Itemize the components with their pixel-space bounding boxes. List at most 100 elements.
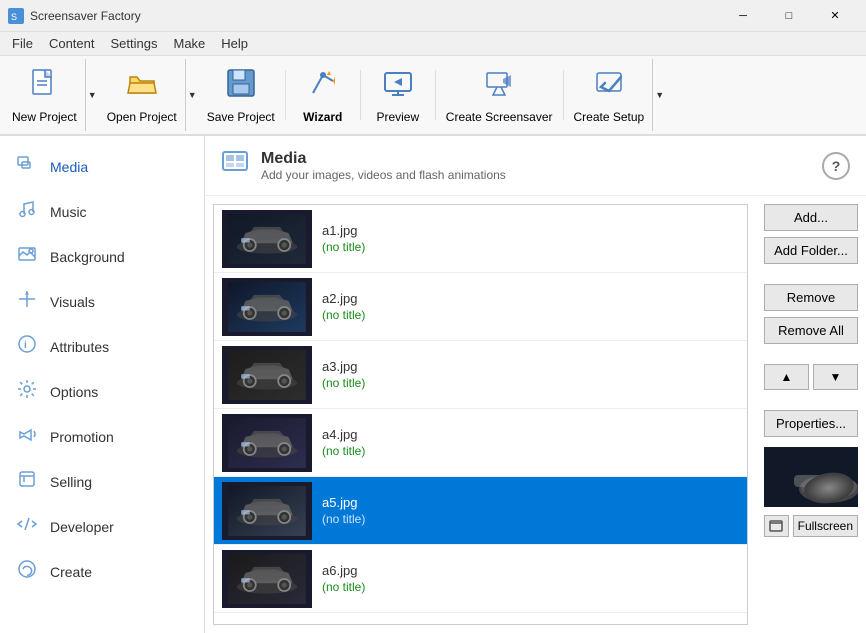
sidebar-item-developer[interactable]: Developer — [0, 504, 204, 549]
titlebar: S Screensaver Factory ─ □ ✕ — [0, 0, 866, 32]
properties-button[interactable]: Properties... — [764, 410, 858, 437]
media-subtitle-a4: (no title) — [322, 444, 739, 458]
sidebar-item-media[interactable]: Media — [0, 144, 204, 189]
help-button[interactable]: ? — [822, 152, 850, 180]
menu-item-file[interactable]: File — [4, 33, 41, 54]
media-list-container: a1.jpg(no title) a2.jpg(no title) a3.jpg… — [213, 204, 748, 625]
window-controls: ─ □ ✕ — [720, 0, 858, 32]
menubar: FileContentSettingsMakeHelp — [0, 32, 866, 56]
thumbnail-a6 — [222, 550, 312, 608]
sidebar-label-promotion: Promotion — [50, 429, 114, 445]
toolbar-separator-2 — [285, 70, 286, 120]
wizard-label: Wizard — [303, 110, 342, 124]
sidebar-item-create[interactable]: Create — [0, 549, 204, 594]
media-list[interactable]: a1.jpg(no title) a2.jpg(no title) a3.jpg… — [214, 205, 747, 624]
options-icon — [16, 379, 38, 404]
sidebar-item-music[interactable]: Music — [0, 189, 204, 234]
media-filename-a5: a5.jpg — [322, 495, 739, 510]
remove-button[interactable]: Remove — [764, 284, 858, 311]
open-project-toolbar-button[interactable]: Open Project — [99, 59, 185, 131]
open-project-label: Open Project — [107, 110, 177, 124]
media-item-a2[interactable]: a2.jpg(no title) — [214, 273, 747, 341]
remove-all-button[interactable]: Remove All — [764, 317, 858, 344]
create-screensaver-icon — [483, 67, 515, 106]
preview-icon — [382, 67, 414, 106]
thumbnail-a3 — [222, 346, 312, 404]
sidebar: Media Music BackgroundVisuals i Attributes Op… — [0, 136, 205, 633]
svg-text:S: S — [11, 12, 17, 22]
window-title: Screensaver Factory — [30, 9, 720, 23]
media-filename-a4: a4.jpg — [322, 427, 739, 442]
sidebar-item-options[interactable]: Options — [0, 369, 204, 414]
media-item-a4[interactable]: a4.jpg (no title) — [214, 409, 747, 477]
media-item-a5[interactable]: a5.jpg(no title) — [214, 477, 747, 545]
menu-item-content[interactable]: Content — [41, 33, 103, 54]
attributes-icon: i — [16, 334, 38, 359]
thumbnail-a5 — [222, 482, 312, 540]
create-screensaver-toolbar-button[interactable]: Create Screensaver — [438, 59, 561, 131]
promotion-icon — [16, 424, 38, 449]
wizard-toolbar-button[interactable]: Wizard — [288, 59, 358, 131]
sidebar-label-options: Options — [50, 384, 98, 400]
add-folder-button[interactable]: Add Folder... — [764, 237, 858, 264]
toolbar-separator-4 — [435, 70, 436, 120]
open-project-icon — [126, 67, 158, 106]
preview-label: Preview — [376, 110, 419, 124]
spacer2 — [764, 350, 858, 358]
sidebar-label-create: Create — [50, 564, 92, 580]
maximize-button[interactable]: □ — [766, 0, 812, 32]
save-project-icon — [225, 67, 257, 106]
new-project-toolbar-button[interactable]: New Project — [4, 59, 85, 131]
content-body: a1.jpg(no title) a2.jpg(no title) a3.jpg… — [205, 196, 866, 633]
background-icon — [16, 244, 38, 269]
minimize-button[interactable]: ─ — [720, 0, 766, 32]
fullscreen-icon-button[interactable] — [764, 515, 789, 537]
menu-item-help[interactable]: Help — [213, 33, 256, 54]
move-up-button[interactable]: ▲ — [764, 364, 809, 390]
create-setup-dropdown-arrow[interactable]: ▼ — [652, 59, 666, 131]
media-icon — [16, 154, 38, 179]
media-item-a1[interactable]: a1.jpg(no title) — [214, 205, 747, 273]
sidebar-item-promotion[interactable]: Promotion — [0, 414, 204, 459]
sidebar-item-background[interactable]: Background — [0, 234, 204, 279]
sidebar-label-developer: Developer — [50, 519, 114, 535]
media-subtitle-a1: (no title) — [322, 240, 739, 254]
fullscreen-button[interactable]: Fullscreen — [793, 515, 858, 537]
content-icon — [221, 148, 249, 183]
media-filename-a3: a3.jpg — [322, 359, 739, 374]
create-setup-toolbar-button[interactable]: Create Setup — [566, 59, 653, 131]
preview-toolbar-button[interactable]: Preview — [363, 59, 433, 131]
menu-item-settings[interactable]: Settings — [103, 33, 166, 54]
create-setup-label: Create Setup — [574, 110, 645, 124]
media-info-a6: a6.jpg(no title) — [322, 563, 739, 594]
close-button[interactable]: ✕ — [812, 0, 858, 32]
selling-icon — [16, 469, 38, 494]
content-header: Media Add your images, videos and flash … — [205, 136, 866, 196]
content-title: Media — [261, 150, 506, 168]
thumbnail-a4 — [222, 414, 312, 472]
open-project-dropdown-arrow[interactable]: ▼ — [185, 59, 199, 131]
developer-icon — [16, 514, 38, 539]
thumbnail-a2 — [222, 278, 312, 336]
main-area: Media Music BackgroundVisuals i Attributes Op… — [0, 136, 866, 633]
media-subtitle-a2: (no title) — [322, 308, 739, 322]
new-project-label: New Project — [12, 110, 77, 124]
sidebar-label-music: Music — [50, 204, 87, 220]
media-item-a6[interactable]: a6.jpg(no title) — [214, 545, 747, 613]
move-down-button[interactable]: ▼ — [813, 364, 858, 390]
content-subtitle: Add your images, videos and flash animat… — [261, 168, 506, 182]
sidebar-item-visuals[interactable]: Visuals — [0, 279, 204, 324]
media-subtitle-a3: (no title) — [322, 376, 739, 390]
save-project-toolbar-button[interactable]: Save Project — [199, 59, 283, 131]
media-info-a2: a2.jpg(no title) — [322, 291, 739, 322]
add-button[interactable]: Add... — [764, 204, 858, 231]
new-project-dropdown-arrow[interactable]: ▼ — [85, 59, 99, 131]
menu-item-make[interactable]: Make — [165, 33, 213, 54]
media-item-a3[interactable]: a3.jpg (no title) — [214, 341, 747, 409]
sidebar-label-attributes: Attributes — [50, 339, 109, 355]
toolbar-separator-3 — [360, 70, 361, 120]
preview-thumbnail — [764, 447, 858, 507]
sidebar-item-attributes[interactable]: i Attributes — [0, 324, 204, 369]
sidebar-item-selling[interactable]: Selling — [0, 459, 204, 504]
spacer1 — [764, 270, 858, 278]
